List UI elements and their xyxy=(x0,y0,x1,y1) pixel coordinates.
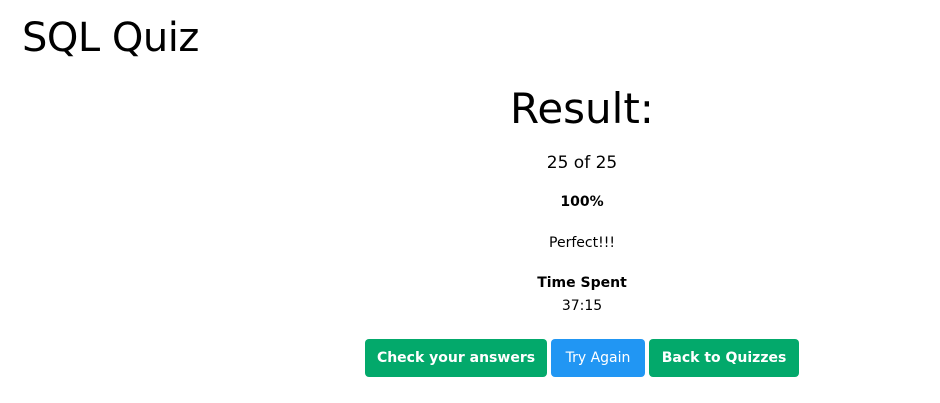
score-percent: 100% xyxy=(560,194,604,210)
result-actions: Check your answers Try Again Back to Qui… xyxy=(365,339,799,377)
result-message: Perfect!!! xyxy=(549,235,615,251)
time-spent-value: 37:15 xyxy=(561,298,603,314)
score-text: 25 of 25 xyxy=(546,153,618,173)
check-answers-button[interactable]: Check your answers xyxy=(365,339,547,377)
time-spent-label: Time Spent xyxy=(537,275,627,291)
back-to-quizzes-button[interactable]: Back to Quizzes xyxy=(649,339,799,377)
quiz-result-page: SQL Quiz Result: 25 of 25 100% Perfect!!… xyxy=(0,0,940,403)
result-panel: Result: 25 of 25 100% Perfect!!! Time Sp… xyxy=(365,84,799,315)
try-again-button[interactable]: Try Again xyxy=(551,339,645,377)
result-heading: Result: xyxy=(510,84,654,133)
page-title: SQL Quiz xyxy=(22,15,199,61)
